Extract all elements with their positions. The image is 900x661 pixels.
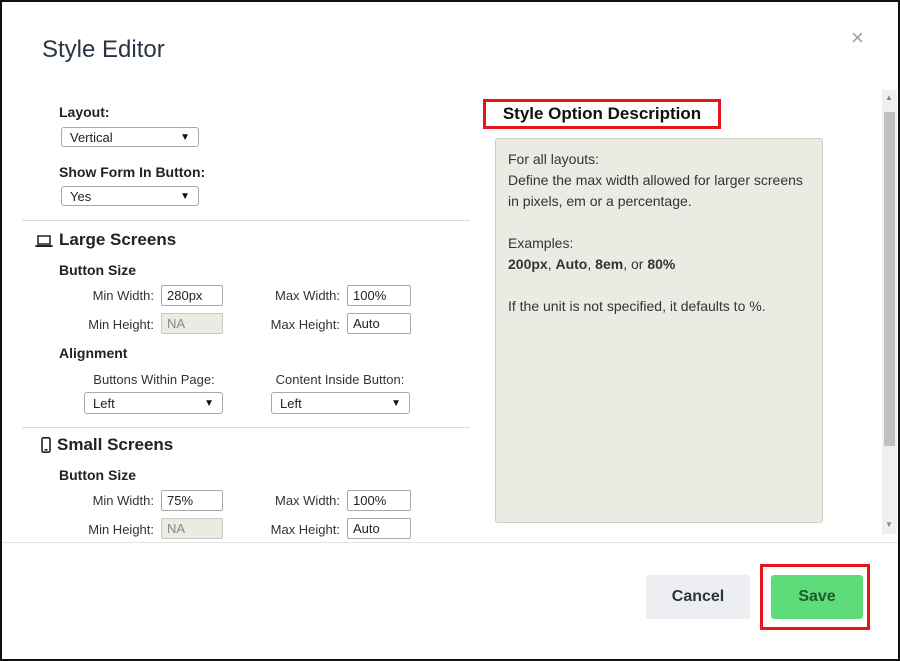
dialog-title: Style Editor [42,36,165,63]
style-editor-dialog: Style Editor × Layout: Vertical ▼ Show F… [0,0,900,661]
style-option-description-heading: Style Option Description [483,99,721,129]
example-200px: 200px [508,256,548,272]
small-max-height-label: Max Height: [270,522,340,537]
scrollbar-thumb[interactable] [884,112,895,446]
layout-select-value: Vertical [70,129,113,145]
large-min-height-label: Min Height: [88,317,154,332]
small-min-width-label: Min Width: [92,493,154,508]
large-min-width-label: Min Width: [92,288,154,303]
chevron-down-icon: ▼ [180,190,190,202]
large-alignment-label: Alignment [59,345,128,361]
example-80pct: 80% [647,256,676,272]
small-max-width-label: Max Width: [274,493,340,508]
layout-label: Layout: [59,104,110,120]
show-form-label: Show Form In Button: [59,164,206,180]
buttons-within-page-select[interactable]: Left ▼ [84,392,223,414]
large-min-height-input [161,313,223,334]
desc-gap [508,275,810,296]
laptop-icon [35,233,53,247]
layout-select[interactable]: Vertical ▼ [61,127,199,147]
desc-examples: 200px, Auto, 8em, or 80% [508,254,810,275]
desc-line-2: Define the max width allowed for larger … [508,172,803,209]
small-button-size-label: Button Size [59,467,136,483]
large-screens-title: Large Screens [59,230,177,249]
description-panel: For all layouts: Define the max width al… [495,138,823,523]
buttons-within-page-value: Left [93,395,115,411]
large-screens-heading: Large Screens [35,230,176,250]
large-max-height-label: Max Height: [270,317,340,332]
chevron-down-icon: ▼ [391,397,401,409]
example-auto: Auto [555,256,588,272]
buttons-within-page-label: Buttons Within Page: [93,372,215,387]
content-inside-button-select[interactable]: Left ▼ [271,392,410,414]
content-inside-button-value: Left [280,395,302,411]
section-divider [22,220,470,221]
desc-line-1: For all layouts: [508,151,600,167]
large-max-width-input[interactable] [347,285,411,306]
example-sep: , [587,256,596,272]
example-8em: 8em [595,256,624,272]
scrollbar[interactable]: ▲ ▼ [882,90,897,534]
scroll-up-icon[interactable]: ▲ [885,93,893,102]
small-min-height-input [161,518,223,539]
small-max-width-input[interactable] [347,490,411,511]
chevron-down-icon: ▼ [180,131,190,143]
desc-gap [508,212,810,233]
scroll-down-icon[interactable]: ▼ [885,520,893,529]
close-icon[interactable]: × [851,26,864,50]
large-button-size-label: Button Size [59,262,136,278]
small-min-width-input[interactable] [161,490,223,511]
small-screens-heading: Small Screens [41,435,173,455]
small-min-height-label: Min Height: [88,522,154,537]
large-max-width-label: Max Width: [274,288,340,303]
footer-divider [2,542,898,543]
desc-examples-label: Examples: [508,235,574,251]
section-divider [22,427,470,428]
save-button[interactable]: Save [771,575,863,619]
content-inside-button-label: Content Inside Button: [275,372,405,387]
small-max-height-input[interactable] [347,518,411,539]
mobile-phone-icon [41,437,51,453]
large-max-height-input[interactable] [347,313,411,334]
example-sep: , or [623,256,648,272]
show-form-select-value: Yes [70,188,92,204]
show-form-select[interactable]: Yes ▼ [61,186,199,206]
large-min-width-input[interactable] [161,285,223,306]
desc-note: If the unit is not specified, it default… [508,298,766,314]
chevron-down-icon: ▼ [204,397,214,409]
small-screens-title: Small Screens [57,435,174,454]
cancel-button[interactable]: Cancel [646,575,750,619]
